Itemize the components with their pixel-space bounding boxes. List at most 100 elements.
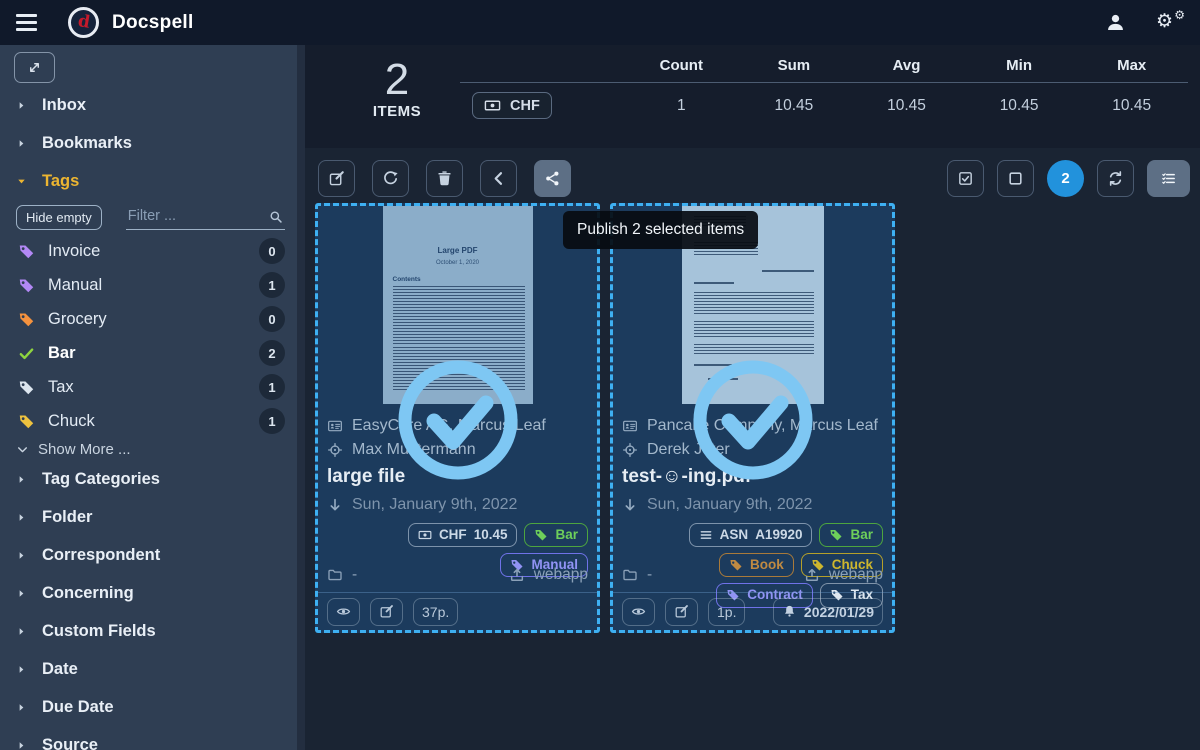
user-icon[interactable]	[1105, 12, 1126, 33]
upload-icon	[509, 567, 525, 583]
deselect-all-button[interactable]	[997, 160, 1034, 197]
logo-letter: d	[76, 13, 91, 32]
menu-icon[interactable]	[16, 14, 37, 31]
merge-selected-button[interactable]	[480, 160, 517, 197]
sidebar-tag-invoice[interactable]: Invoice 0	[0, 234, 305, 268]
concerning-row: Derek Jeter	[622, 438, 883, 462]
document-thumbnail: Large PDF October 1, 2020 Contents	[383, 206, 533, 404]
preview-item-button[interactable]	[327, 598, 360, 626]
chevron-down-icon	[16, 443, 29, 456]
column-header: Sum	[738, 57, 851, 74]
preview-text-line	[708, 378, 738, 380]
caret-right-icon	[16, 664, 27, 675]
square-icon	[1007, 170, 1024, 187]
preview-text-line	[694, 282, 734, 284]
publish-selected-button[interactable]	[534, 160, 571, 197]
pencil-square-icon	[674, 604, 689, 619]
tag-badge-bar: Bar	[524, 523, 588, 547]
refresh-button[interactable]	[1097, 160, 1134, 197]
caret-right-icon	[16, 740, 27, 750]
arrow-down-icon	[622, 497, 638, 513]
item-card-large-file[interactable]: Large PDF October 1, 2020 Contents EasyC…	[315, 203, 600, 633]
items-label: ITEMS	[347, 103, 447, 120]
stats-header-row: Count Sum Avg Min Max	[460, 57, 1188, 83]
eye-icon	[336, 604, 351, 619]
page-count-badge: 37p.	[413, 598, 458, 626]
view-toolbar: 2	[947, 160, 1190, 197]
caret-right-icon	[16, 626, 27, 637]
tag-count-badge: 1	[259, 408, 285, 434]
address-card-icon	[622, 418, 638, 434]
sidebar-item-source[interactable]: Source	[0, 726, 305, 750]
list-check-icon	[1160, 170, 1177, 187]
sidebar-tag-tax[interactable]: Tax 1	[0, 370, 305, 404]
preview-item-button[interactable]	[622, 598, 655, 626]
sidebar-item-due-date[interactable]: Due Date	[0, 688, 305, 726]
show-more-tags[interactable]: Show More ...	[0, 438, 305, 460]
sidebar-item-label: Tags	[42, 172, 79, 191]
arrow-down-icon	[327, 497, 343, 513]
stat-min: 10.45	[963, 97, 1076, 115]
sidebar-item-bookmarks[interactable]: Bookmarks	[0, 124, 305, 162]
delete-selected-button[interactable]	[426, 160, 463, 197]
app-title: Docspell	[112, 12, 194, 34]
sidebar-item-tags[interactable]: Tags	[0, 162, 305, 200]
column-header: Min	[963, 57, 1076, 74]
due-date-badge: 2022/01/29	[773, 598, 883, 626]
column-header: Max	[1075, 57, 1188, 74]
preview-text-lines	[694, 292, 814, 315]
item-card-test-ing-pdf[interactable]: Pancake Company, Marcus Leaf Derek Jeter…	[610, 203, 895, 633]
sidebar-tag-chuck[interactable]: Chuck 1	[0, 404, 305, 438]
crosshair-icon	[622, 442, 638, 458]
check-icon	[18, 345, 35, 362]
edit-selected-button[interactable]	[318, 160, 355, 197]
caret-right-icon	[16, 588, 27, 599]
expand-sidebar-button[interactable]	[14, 52, 55, 83]
eye-icon	[631, 604, 646, 619]
folder-value: -	[352, 566, 357, 584]
caret-right-icon	[16, 100, 27, 111]
folder-icon	[622, 567, 638, 583]
docspell-logo: d	[68, 7, 99, 38]
bell-icon	[782, 604, 797, 619]
caret-right-icon	[16, 550, 27, 561]
tag-count-badge: 1	[259, 374, 285, 400]
sidebar-item-custom-fields[interactable]: Custom Fields	[0, 612, 305, 650]
address-card-icon	[327, 418, 343, 434]
sidebar-item-tag-categories[interactable]: Tag Categories	[0, 460, 305, 498]
selection-mode-button[interactable]	[1147, 160, 1190, 197]
select-all-button[interactable]	[947, 160, 984, 197]
amount-badge: CHF 10.45	[408, 523, 518, 547]
caret-right-icon	[16, 512, 27, 523]
stat-max: 10.45	[1075, 97, 1188, 115]
settings-gears-icon[interactable]: ⚙ ⚙	[1156, 11, 1184, 35]
edit-item-button[interactable]	[370, 598, 403, 626]
edit-item-button[interactable]	[665, 598, 698, 626]
sidebar-tag-grocery[interactable]: Grocery 0	[0, 302, 305, 336]
sidebar-item-folder[interactable]: Folder	[0, 498, 305, 536]
sidebar-tag-bar[interactable]: Bar 2	[0, 336, 305, 370]
reprocess-selected-button[interactable]	[372, 160, 409, 197]
correspondent-row: EasyCare AG, Marcus Leaf	[327, 414, 588, 438]
sidebar-item-concerning[interactable]: Concerning	[0, 574, 305, 612]
concerning-row: Max Mustermann	[327, 438, 588, 462]
sidebar-item-date[interactable]: Date	[0, 650, 305, 688]
folder-source-row: - webapp	[622, 564, 883, 586]
search-icon	[269, 210, 283, 224]
selected-count-badge: 2	[1047, 160, 1084, 197]
sidebar-item-inbox[interactable]: Inbox	[0, 86, 305, 124]
tag-filter-input[interactable]	[126, 205, 285, 227]
asn-badge: ASN A19920	[689, 523, 813, 547]
stats-table: Count Sum Avg Min Max CHF 1 10.45 10.45 …	[460, 57, 1188, 119]
topbar-actions: ⚙ ⚙	[1105, 11, 1184, 35]
tag-icon	[18, 311, 35, 328]
angle-left-icon	[490, 170, 507, 187]
check-square-icon	[957, 170, 974, 187]
hide-empty-button[interactable]: Hide empty	[16, 205, 102, 230]
sidebar-tag-manual[interactable]: Manual 1	[0, 268, 305, 302]
upload-icon	[804, 567, 820, 583]
preview-text-lines	[694, 321, 814, 338]
stat-count: 1	[625, 97, 738, 115]
sidebar-item-correspondent[interactable]: Correspondent	[0, 536, 305, 574]
rotate-right-icon	[382, 170, 399, 187]
